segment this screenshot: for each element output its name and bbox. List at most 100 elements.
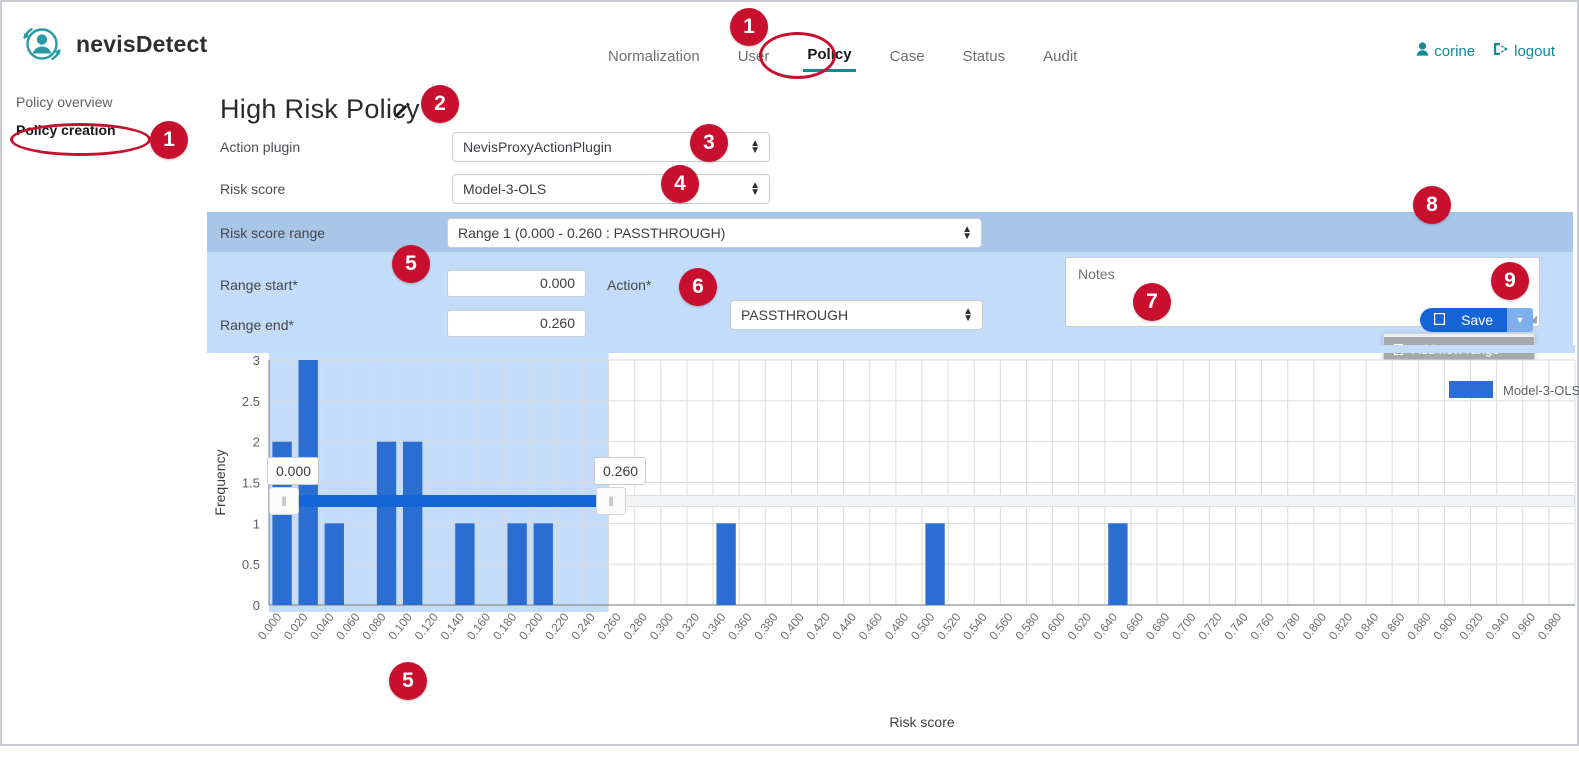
- svg-text:0.640: 0.640: [1091, 610, 1121, 643]
- save-disk-icon: [1434, 312, 1445, 328]
- slider-handle-right[interactable]: ‖: [596, 487, 626, 515]
- histogram-bar: [1108, 523, 1127, 605]
- user-name: corine: [1434, 43, 1475, 60]
- svg-text:0.780: 0.780: [1274, 610, 1304, 643]
- svg-text:0.540: 0.540: [960, 610, 990, 643]
- user-circle-refresh-icon: [18, 20, 66, 68]
- svg-text:0.160: 0.160: [464, 610, 494, 643]
- svg-text:0.840: 0.840: [1352, 610, 1382, 643]
- slider-handle-left[interactable]: ‖: [269, 487, 299, 515]
- range-end-label: Range end*: [220, 317, 294, 333]
- logout-label: logout: [1514, 43, 1555, 60]
- svg-text:0.940: 0.940: [1483, 610, 1513, 643]
- callout-8-save: 8: [1413, 186, 1451, 224]
- chevron-updown-icon: ▲▼: [750, 140, 760, 154]
- svg-text:0.100: 0.100: [386, 610, 416, 643]
- callout-9-menu: 9: [1491, 262, 1529, 300]
- svg-text:0.800: 0.800: [1300, 610, 1330, 643]
- svg-text:Risk score: Risk score: [889, 714, 955, 730]
- brand: nevisDetect: [18, 20, 207, 68]
- histogram-bar: [325, 523, 344, 605]
- svg-text:2.5: 2.5: [242, 394, 260, 409]
- risk-score-range-value: Range 1 (0.000 - 0.260 : PASSTHROUGH): [458, 225, 725, 241]
- range-start-label: Range start*: [220, 277, 298, 293]
- nav-item-status[interactable]: Status: [959, 46, 1010, 71]
- save-button-group: Save ▼: [1420, 308, 1533, 332]
- nav-item-normalization[interactable]: Normalization: [604, 46, 704, 71]
- callout-5-slider: 5: [389, 662, 427, 700]
- current-user[interactable]: corine: [1416, 42, 1475, 60]
- histogram-bar: [507, 523, 526, 605]
- svg-text:0.960: 0.960: [1509, 610, 1539, 643]
- action-plugin-value: NevisProxyActionPlugin: [463, 139, 612, 155]
- risk-score-histogram: 00.511.522.530.0000.0200.0400.0600.0800.…: [207, 345, 1573, 775]
- svg-text:0.5: 0.5: [242, 557, 260, 572]
- chevron-down-icon: ▼: [1516, 315, 1525, 325]
- callout-7-notes: 7: [1133, 283, 1171, 321]
- svg-text:0.580: 0.580: [1012, 610, 1042, 643]
- svg-text:0.080: 0.080: [359, 610, 389, 643]
- histogram-bar: [455, 523, 474, 605]
- slider-end-value[interactable]: 0.260: [594, 457, 646, 485]
- histogram-bar: [925, 523, 944, 605]
- main-content: High Risk Policy Action plugin NevisProx…: [207, 86, 1573, 740]
- pencil-icon[interactable]: [393, 102, 412, 126]
- svg-text:0.480: 0.480: [882, 610, 912, 643]
- svg-text:0.600: 0.600: [1039, 610, 1069, 643]
- risk-score-range-label: Risk score range: [220, 225, 325, 241]
- svg-text:0.280: 0.280: [621, 610, 651, 643]
- svg-text:0.760: 0.760: [1247, 610, 1277, 643]
- nav-item-audit[interactable]: Audit: [1039, 46, 1081, 71]
- svg-text:0.060: 0.060: [333, 610, 363, 643]
- svg-text:2: 2: [253, 435, 260, 450]
- svg-text:3: 3: [253, 353, 260, 368]
- svg-text:1: 1: [253, 516, 260, 531]
- svg-text:0.440: 0.440: [830, 610, 860, 643]
- svg-text:0.620: 0.620: [1065, 610, 1095, 643]
- svg-text:0.320: 0.320: [673, 610, 703, 643]
- svg-text:0.020: 0.020: [281, 610, 311, 643]
- risk-score-value: Model-3-OLS: [463, 181, 546, 197]
- svg-text:0.900: 0.900: [1430, 610, 1460, 643]
- svg-text:0.700: 0.700: [1169, 610, 1199, 643]
- callout-1-nav: 1: [730, 8, 768, 46]
- svg-text:0.180: 0.180: [490, 610, 520, 643]
- logout-button[interactable]: logout: [1493, 42, 1555, 60]
- svg-text:0.040: 0.040: [307, 610, 337, 643]
- svg-text:0.140: 0.140: [438, 610, 468, 643]
- histogram-bar: [403, 442, 422, 605]
- action-value: PASSTHROUGH: [741, 307, 848, 323]
- notes-placeholder: Notes: [1078, 266, 1115, 282]
- chevron-updown-icon: ▲▼: [962, 226, 972, 240]
- svg-text:0.240: 0.240: [568, 610, 598, 643]
- nav-item-policy[interactable]: Policy: [803, 44, 855, 72]
- svg-text:0.220: 0.220: [542, 610, 572, 643]
- nav-item-case[interactable]: Case: [886, 46, 929, 71]
- save-button[interactable]: Save: [1420, 308, 1507, 332]
- risk-score-label: Risk score: [220, 181, 452, 197]
- svg-text:0.740: 0.740: [1221, 610, 1251, 643]
- svg-text:0.460: 0.460: [856, 610, 886, 643]
- save-dropdown-toggle[interactable]: ▼: [1507, 308, 1533, 332]
- app-header: nevisDetect Normalization User Policy Ca…: [4, 4, 1575, 82]
- risk-score-select[interactable]: Model-3-OLS ▲▼: [452, 174, 770, 204]
- action-plugin-label: Action plugin: [220, 139, 452, 155]
- callout-5-range: 5: [392, 245, 430, 283]
- action-select[interactable]: PASSTHROUGH ▲▼: [730, 300, 983, 330]
- sidebar-item-policy-overview[interactable]: Policy overview: [4, 88, 204, 116]
- user-icon: [1416, 42, 1429, 60]
- page-title: High Risk Policy: [220, 94, 420, 125]
- chevron-updown-icon: ▲▼: [750, 182, 760, 196]
- svg-text:0: 0: [253, 598, 260, 613]
- risk-score-range-select[interactable]: Range 1 (0.000 - 0.260 : PASSTHROUGH) ▲▼: [447, 218, 982, 248]
- action-plugin-row: Action plugin NevisProxyActionPlugin ▲▼: [220, 132, 770, 162]
- slider-start-value[interactable]: 0.000: [267, 457, 319, 485]
- svg-text:Model-3-OLS (16): Model-3-OLS (16): [1503, 383, 1579, 398]
- histogram-bar: [716, 523, 735, 605]
- svg-text:0.520: 0.520: [934, 610, 964, 643]
- range-start-input[interactable]: 0.000: [447, 270, 586, 297]
- svg-text:0.820: 0.820: [1326, 610, 1356, 643]
- nav-item-user[interactable]: User: [734, 46, 774, 71]
- range-end-input[interactable]: 0.260: [447, 310, 586, 337]
- svg-text:0.880: 0.880: [1404, 610, 1434, 643]
